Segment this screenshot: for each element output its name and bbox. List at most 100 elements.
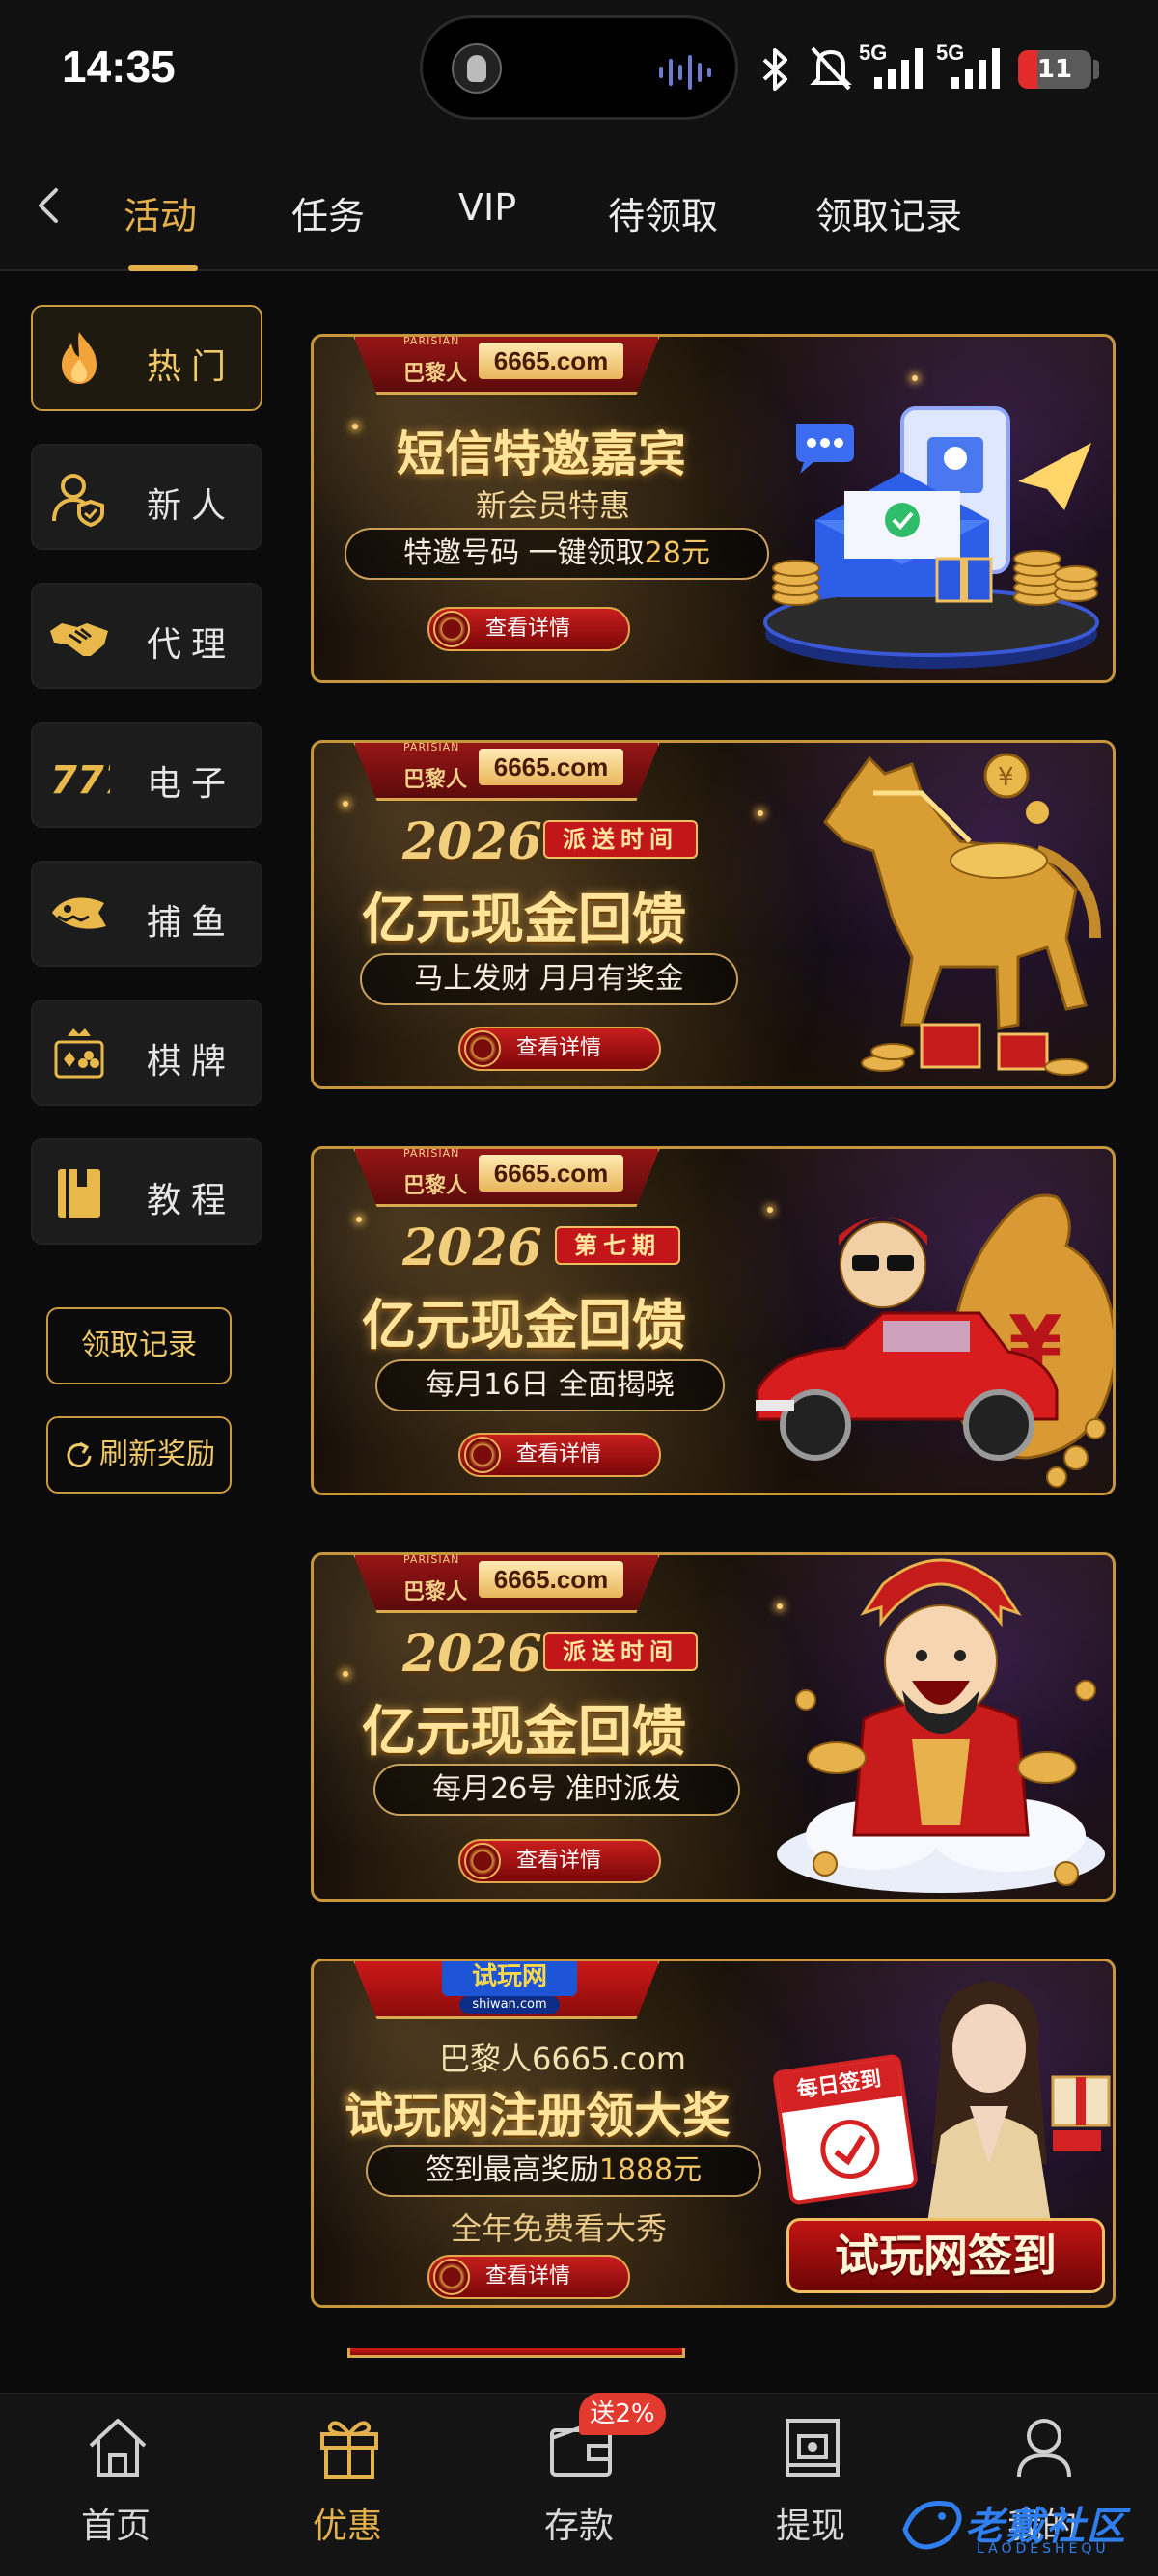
view-details-button[interactable]: 查看详情 <box>427 607 630 651</box>
pill-highlight: 1888元 <box>598 2153 703 2187</box>
active-tab-indicator <box>128 265 198 271</box>
tab-claim-records[interactable]: 领取记录 <box>815 186 962 239</box>
banner-title: 亿元现金回馈 <box>362 1701 686 1764</box>
user-icon <box>1017 2419 1071 2478</box>
sidebar-item-electronic[interactable]: 777 电子 <box>31 722 262 828</box>
sidebar-item-label: 教程 <box>147 1181 236 1220</box>
parisian-badge-icon <box>464 1843 501 1879</box>
battery-tip <box>1093 60 1099 79</box>
status-time: 14:35 <box>62 41 176 92</box>
golden-horse-illustration: ¥ <box>823 753 1101 1076</box>
signal-bars-icon <box>951 48 1000 89</box>
nav-withdraw[interactable]: 提现 <box>743 2413 878 2558</box>
banner-shiwan-checkin[interactable]: 试玩网 shiwan.com 巴黎人6665.com 试玩网注册领大奖 签到最高… <box>311 1959 1116 2308</box>
view-details-button[interactable]: 查看详情 <box>458 1027 661 1071</box>
sparkle <box>343 1671 348 1677</box>
nav-label: 优惠 <box>312 2507 382 2546</box>
sidebar-item-newbie[interactable]: 新人 <box>31 444 262 550</box>
back-arrow-icon[interactable] <box>25 177 73 234</box>
brand-logo-tab: PARISIAN 巴黎人 6665.com <box>352 741 661 801</box>
pill-highlight: 28元 <box>644 536 710 570</box>
nav-label: 提现 <box>775 2507 845 2546</box>
banner-title: 亿元现金回馈 <box>362 889 686 951</box>
sparkle <box>356 1217 362 1222</box>
refresh-rewards-button[interactable]: 刷新奖励 <box>46 1416 232 1494</box>
sidebar-item-fishing[interactable]: 捕鱼 <box>31 861 262 967</box>
checkin-card-title: 每日签到 <box>776 2057 902 2114</box>
pill-text: 签到最高奖励 <box>425 2153 599 2187</box>
logo-domain-small: shiwan.com <box>459 1996 560 2014</box>
logo-domain: 6665.com <box>479 749 623 785</box>
nav-promotions[interactable]: 优惠 <box>280 2413 415 2558</box>
logo-sub: PARISIAN <box>403 1147 460 1160</box>
tab-activity[interactable]: 活动 <box>124 186 197 239</box>
banner-cash-rewards-horse[interactable]: PARISIAN 巴黎人 6665.com 2026 派送时间 亿元现金回馈 马… <box>311 740 1116 1089</box>
tab-vip[interactable]: VIP <box>458 186 516 229</box>
banner-cash-rewards-car[interactable]: PARISIAN 巴黎人 6665.com 2026 第七期 亿元现金回馈 每月… <box>311 1146 1116 1495</box>
cards-icon <box>54 1028 104 1079</box>
fish-icon <box>52 897 106 929</box>
nav-label: 首页 <box>80 2507 151 2546</box>
sparkle <box>343 801 348 807</box>
watermark: 老戴社区 LAODESHEQU <box>897 2487 1148 2564</box>
banner-subtitle: 全年免费看大秀 <box>451 2210 668 2247</box>
sidebar-item-label: 新人 <box>147 486 236 526</box>
brand-logo-tab: PARISIAN 巴黎人 6665.com <box>352 1553 661 1613</box>
banner-pill: 马上发财 月月有奖金 <box>360 953 738 1005</box>
sidebar-item-label: 电子 <box>147 764 236 804</box>
battery-level: 11 <box>1036 55 1073 84</box>
top-nav: 活动 任务 VIP 待领取 领取记录 <box>0 140 1158 271</box>
logo-brand: 巴黎人 <box>403 1174 468 1198</box>
sidebar-item-label: 棋牌 <box>147 1042 236 1082</box>
sidebar-item-tutorial[interactable]: 教程 <box>31 1138 262 1245</box>
new-user-icon <box>52 474 104 528</box>
sidebar-item-hot[interactable]: 热门 <box>31 305 262 411</box>
fire-icon <box>62 332 96 384</box>
battery-icon: 11 <box>1018 50 1091 89</box>
dynamic-island <box>420 15 738 120</box>
sidebar-item-agent[interactable]: 代理 <box>31 583 262 689</box>
nav-home[interactable]: 首页 <box>48 2413 183 2558</box>
event-tag: 第七期 <box>555 1226 680 1265</box>
audio-wave-icon <box>659 55 711 90</box>
banner-top-line: 巴黎人6665.com <box>439 2041 686 2077</box>
logo-domain: 6665.com <box>479 343 623 379</box>
next-banner-peek <box>347 2348 685 2358</box>
shiwan-checkin-label: 试玩网签到 <box>786 2218 1105 2293</box>
parisian-badge-icon <box>464 1437 501 1473</box>
year-label: 2026 <box>402 1219 542 1277</box>
home-icon <box>89 2419 147 2477</box>
event-tag: 派送时间 <box>543 820 698 859</box>
claim-records-button[interactable]: 领取记录 <box>46 1307 232 1384</box>
banner-cash-rewards-wealth-god[interactable]: PARISIAN 巴黎人 6665.com 2026 派送时间 亿元现金回馈 每… <box>311 1552 1116 1902</box>
logo-brand: 巴黎人 <box>403 768 468 792</box>
banner-sms-invite[interactable]: PARISIAN 巴黎人 6665.com 短信特邀嘉宾 新会员特惠 特邀号码 … <box>311 334 1116 683</box>
view-details-label: 查看详情 <box>485 2264 571 2288</box>
tab-tasks[interactable]: 任务 <box>291 186 365 239</box>
deposit-bonus-badge: 送2% <box>579 2393 666 2435</box>
slot-777-icon: 777 <box>50 758 110 803</box>
view-details-label: 查看详情 <box>516 1036 602 1060</box>
island-avatar-icon <box>452 43 502 94</box>
view-details-button[interactable]: 查看详情 <box>458 1433 661 1477</box>
logo-sub: PARISIAN <box>403 335 460 347</box>
logo-sub: PARISIAN <box>403 1553 460 1566</box>
tab-pending[interactable]: 待领取 <box>608 186 718 239</box>
banner-title: 试玩网注册领大奖 <box>345 2088 731 2144</box>
parisian-badge-icon <box>464 1030 501 1067</box>
refresh-icon <box>67 1441 92 1467</box>
nav-label: 存款 <box>543 2507 614 2546</box>
sidebar-item-cards[interactable]: 棋牌 <box>31 1000 262 1106</box>
year-label: 2026 <box>402 1625 542 1684</box>
brand-logo-tab: PARISIAN 巴黎人 6665.com <box>352 1147 661 1207</box>
god-of-wealth-cloud-illustration <box>777 1558 1105 1893</box>
view-details-button[interactable]: 查看详情 <box>427 2255 630 2299</box>
svg-text:¥: ¥ <box>998 763 1014 792</box>
view-details-button[interactable]: 查看详情 <box>458 1839 661 1883</box>
dragon-logo-icon <box>902 2501 962 2550</box>
withdraw-icon <box>786 2419 840 2477</box>
banner-pill: 每月16日 全面揭晓 <box>375 1359 725 1411</box>
sidebar-item-label: 代理 <box>147 625 236 665</box>
logo-sub: PARISIAN <box>403 741 460 754</box>
refresh-rewards-label: 刷新奖励 <box>99 1438 215 1471</box>
